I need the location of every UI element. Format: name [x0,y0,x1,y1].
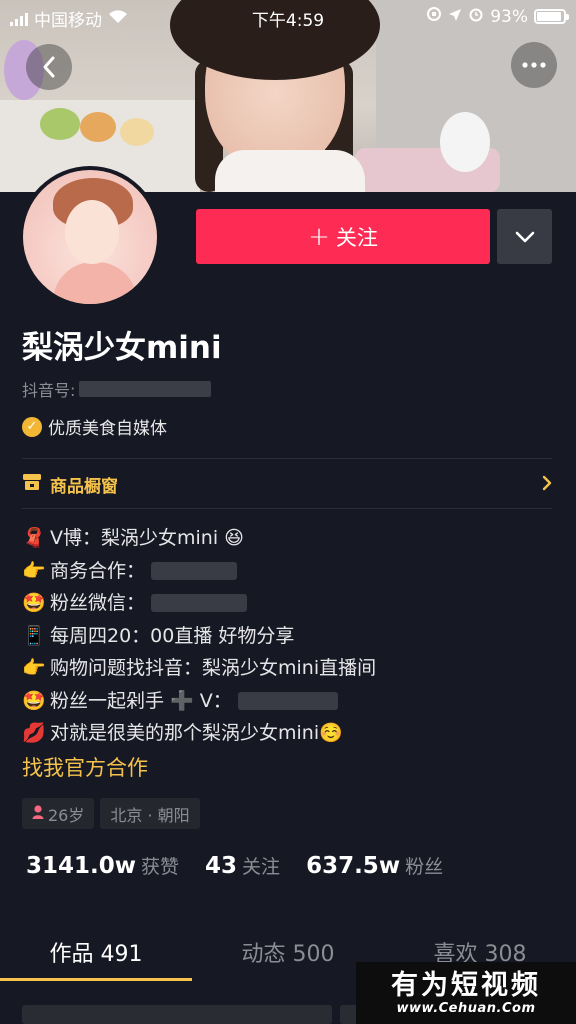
stats-row: 3141.0w 获赞 43 关注 637.5w 粉丝 [26,852,443,879]
bio: 🧣 V博：梨涡少女mini 😆 👉 商务合作： 🤩 粉丝微信： 📱 每周四20：00直播… [22,522,562,750]
official-cooperation-link[interactable]: 找我官方合作 [22,752,148,782]
pointing-hand-icon: 👉 [22,559,46,582]
location-label: 北京 · 朝阳 [110,805,190,825]
shop-window-label: 商品橱窗 [50,476,118,497]
bio-text: 粉丝微信： [50,592,146,614]
follow-button-label: 关注 [335,225,378,250]
nickname: 梨涡少女mini [22,330,222,366]
likes-stat: 3141.0w 获赞 [26,852,179,879]
shop-icon [22,473,42,496]
likes-count: 3141.0w [26,853,137,879]
recommend-dropdown-button[interactable] [497,209,552,264]
bio-line: 💋 对就是很美的那个梨涡少女mini☺️ [22,717,562,750]
bio-text: 对就是很美的那个梨涡少女mini☺️ [50,722,343,744]
tab-works[interactable]: 作品 491 [0,920,192,982]
fans-stat[interactable]: 637.5w 粉丝 [306,852,443,879]
fans-count: 637.5w [306,853,401,879]
cover-plush-toy [120,118,154,146]
redacted-contact [237,691,338,710]
age-label: 26岁 [48,805,85,825]
following-count: 43 [205,853,238,879]
location-icon [448,7,462,27]
status-bar: 中国移动 下午4:59 93% [0,0,576,34]
battery-icon [534,9,569,24]
phone-icon: 📱 [22,624,46,647]
following-label: 关注 [242,856,281,878]
watermark: 有为短视频 www.Cehuan.Com [356,962,576,1024]
douyin-id-label: 抖音号: [22,381,76,400]
bio-line: 🤩 粉丝一起剁手 ➕ V： [22,685,562,718]
more-options-button[interactable] [511,42,557,88]
chevron-down-icon [515,231,534,242]
plus-icon: + [308,221,330,252]
bio-line: 👉 商务合作： [22,555,562,588]
avatar-image [23,170,157,304]
cover-plush-toy [40,108,80,140]
bio-line: 🧣 V博：梨涡少女mini 😆 [22,522,562,555]
lips-icon: 💋 [22,722,46,744]
follow-button[interactable]: + 关注 [196,209,490,264]
shop-window-row[interactable]: 商品橱窗 [22,460,552,508]
divider [22,458,552,459]
bio-text: V博：梨涡少女mini 😆 [50,527,244,549]
verification-label: 优质美食自媒体 [48,419,167,439]
divider [22,508,552,509]
scarf-icon: 🧣 [22,527,46,549]
bio-text: 购物问题找抖音：梨涡少女mini直播间 [50,657,377,679]
profile-tags: 26岁 北京 · 朝阳 [22,798,200,829]
watermark-url: www.Cehuan.Com [396,1000,536,1016]
redacted-contact [151,561,238,580]
back-button[interactable] [26,44,72,90]
redacted-contact [151,594,248,613]
cover-plush-toy [80,112,116,142]
douyin-id-redacted [79,381,212,397]
video-thumbnail[interactable] [22,1005,332,1024]
cover-plush-toy [440,112,490,172]
bio-text: 粉丝一起剁手 ➕ V： [50,689,232,712]
watermark-text: 有为短视频 [391,969,541,1001]
battery-percent: 93% [490,6,528,27]
verified-check-icon: ✓ [22,416,42,437]
chevron-right-icon [542,472,552,496]
bio-line: 👉 购物问题找抖音：梨涡少女mini直播间 [22,652,562,685]
pointing-hand-icon: 👉 [22,657,46,679]
bio-line: 📱 每周四20：00直播 好物分享 [22,620,562,653]
chevron-left-icon [43,56,55,78]
bio-text: 商务合作： [50,559,146,582]
female-icon [32,804,44,823]
bio-line: 🤩 粉丝微信： [22,587,562,620]
orientation-lock-icon [426,6,442,27]
alarm-icon [468,6,484,27]
avatar[interactable] [19,166,161,308]
verification-row: ✓ 优质美食自媒体 [22,414,167,439]
following-stat[interactable]: 43 关注 [205,852,280,879]
cover-shirt [215,150,365,192]
bio-text: 每周四20：00直播 好物分享 [50,624,295,647]
fans-label: 粉丝 [405,856,444,878]
douyin-id: 抖音号: [22,377,212,401]
likes-label: 获赞 [141,856,180,878]
active-tab-indicator [0,978,192,981]
more-dots-icon [522,62,546,68]
star-struck-icon: 🤩 [22,689,46,712]
age-tag: 26岁 [22,798,95,829]
location-tag: 北京 · 朝阳 [100,798,200,829]
star-struck-icon: 🤩 [22,592,46,614]
